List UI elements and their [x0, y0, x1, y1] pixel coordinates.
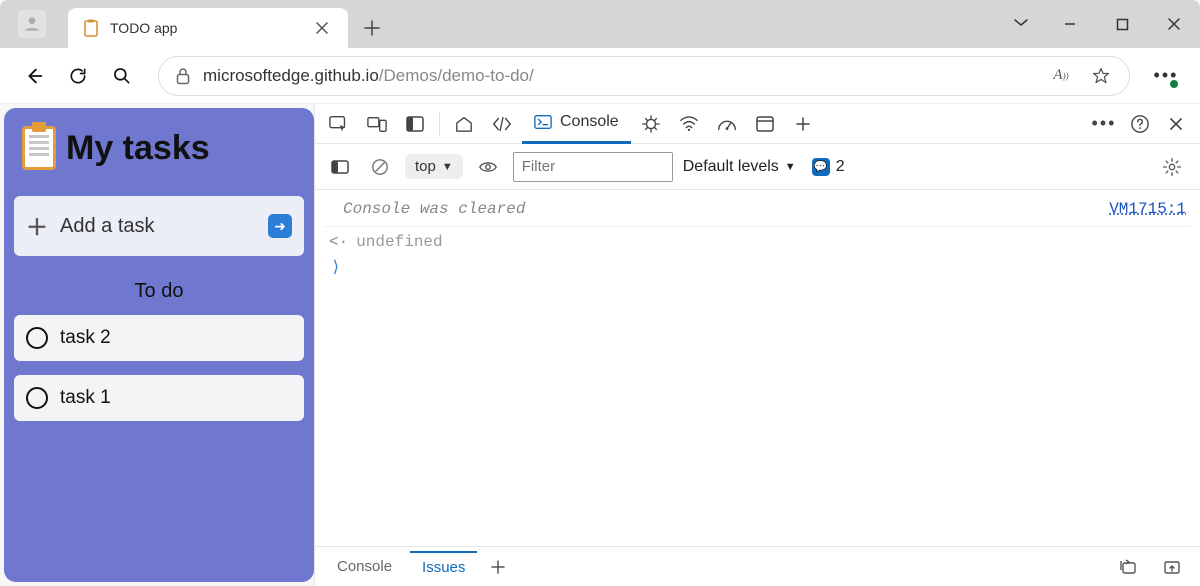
dock-side-button[interactable] [397, 106, 433, 142]
drawer-tab-issues[interactable]: Issues [410, 551, 477, 582]
favorite-button[interactable] [1087, 62, 1115, 90]
task-text: task 2 [60, 327, 111, 349]
window-controls [998, 0, 1200, 48]
tab-sources[interactable] [633, 106, 669, 142]
address-url: microsoftedge.github.io/Demos/demo-to-do… [203, 66, 534, 86]
devtools-tabbar: Console ••• [315, 104, 1200, 144]
content: My tasks ＋ Add a task ➜ To do task 2 tas… [0, 104, 1200, 586]
submit-task-button[interactable]: ➜ [268, 214, 292, 238]
drawer-more-tabs[interactable] [483, 549, 513, 585]
issues-badge-icon: 💬 [812, 158, 830, 176]
more-tabs-button[interactable] [785, 106, 821, 142]
console-filter-input[interactable] [513, 152, 673, 182]
console-toolbar: top▼ Default levels▼ 💬 2 [315, 144, 1200, 190]
task-item[interactable]: task 1 [14, 375, 304, 421]
tab-performance[interactable] [709, 106, 745, 142]
titlebar: TODO app [0, 0, 1200, 48]
tab-console[interactable]: Console [522, 104, 631, 144]
add-task-label: Add a task [60, 215, 256, 238]
profile-button[interactable] [18, 10, 46, 38]
console-settings-button[interactable] [1154, 149, 1190, 185]
toolbar: microsoftedge.github.io/Demos/demo-to-do… [0, 48, 1200, 104]
clear-console-button[interactable] [365, 152, 395, 182]
console-icon [534, 114, 552, 130]
webpage: My tasks ＋ Add a task ➜ To do task 2 tas… [4, 108, 314, 582]
task-checkbox[interactable] [26, 387, 48, 409]
read-aloud-button[interactable]: A)) [1047, 62, 1075, 90]
tab-title: TODO app [110, 20, 300, 36]
app-menu-button[interactable]: ••• [1146, 56, 1186, 96]
task-checkbox[interactable] [26, 327, 48, 349]
new-tab-button[interactable] [354, 10, 390, 46]
console-source-link[interactable]: VM1715:1 [1109, 200, 1186, 218]
refresh-button[interactable] [58, 56, 98, 96]
live-expression-button[interactable] [473, 152, 503, 182]
plus-icon: ＋ [26, 210, 48, 242]
devtools-help-button[interactable] [1122, 106, 1158, 142]
titlebar-left [0, 0, 56, 48]
tab-close-button[interactable] [310, 16, 334, 40]
address-bar[interactable]: microsoftedge.github.io/Demos/demo-to-do… [158, 56, 1130, 96]
console-message: Console was cleared VM1715:1 [325, 196, 1190, 227]
lock-icon[interactable] [173, 66, 193, 86]
console-sidebar-toggle[interactable] [325, 152, 355, 182]
section-todo-label: To do [14, 280, 304, 303]
drawer-tab-console[interactable]: Console [325, 552, 404, 581]
console-output: Console was cleared VM1715:1 <· undefine… [315, 190, 1200, 546]
tab-elements[interactable] [484, 106, 520, 142]
tab-actions-button[interactable] [998, 2, 1044, 42]
devtools-more-button[interactable]: ••• [1086, 106, 1122, 142]
context-selector[interactable]: top▼ [405, 154, 463, 179]
devtools: Console ••• top▼ Default levels▼ 💬 2 [314, 104, 1200, 586]
page-header: My tasks [14, 126, 304, 170]
search-button[interactable] [102, 56, 142, 96]
task-text: task 1 [60, 387, 111, 409]
inspect-element-button[interactable] [321, 106, 357, 142]
browser-tab[interactable]: TODO app [68, 8, 348, 48]
close-window-button[interactable] [1148, 0, 1200, 48]
maximize-button[interactable] [1096, 0, 1148, 48]
task-item[interactable]: task 2 [14, 315, 304, 361]
clipboard-icon [82, 19, 100, 37]
log-levels-selector[interactable]: Default levels▼ [683, 158, 796, 176]
devtools-drawer-tabs: Console Issues [315, 546, 1200, 586]
console-return: <· undefined [325, 227, 1190, 251]
issues-count: 2 [836, 158, 845, 176]
drawer-expand-button[interactable] [1110, 549, 1146, 585]
tab-network[interactable] [671, 106, 707, 142]
tab-console-label: Console [560, 113, 619, 131]
device-emulation-button[interactable] [359, 106, 395, 142]
console-message-text: Console was cleared [343, 200, 525, 218]
update-badge [1168, 78, 1180, 90]
minimize-button[interactable] [1044, 0, 1096, 48]
page-title: My tasks [66, 129, 210, 168]
return-value: undefined [356, 233, 442, 251]
drawer-collapse-button[interactable] [1154, 549, 1190, 585]
tab-application[interactable] [747, 106, 783, 142]
return-arrow-icon: <· [329, 233, 348, 251]
add-task-input[interactable]: ＋ Add a task ➜ [14, 196, 304, 256]
devtools-close-button[interactable] [1158, 106, 1194, 142]
issues-counter[interactable]: 💬 2 [812, 158, 845, 176]
clipboard-icon [22, 126, 56, 170]
console-prompt[interactable]: ⟩ [325, 251, 1190, 277]
tab-welcome[interactable] [446, 106, 482, 142]
back-button[interactable] [14, 56, 54, 96]
